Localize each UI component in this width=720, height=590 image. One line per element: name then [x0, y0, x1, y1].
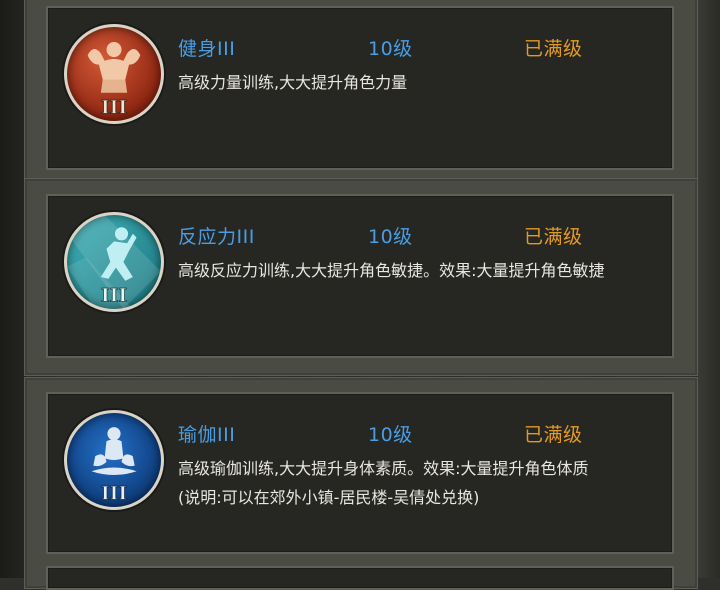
skill-card-fitness[interactable]: III 健身III 10级 已满级 高级力量训练,大大提升角色力量	[46, 6, 674, 170]
skill-name: 反应力III	[178, 226, 255, 248]
skill-status: 已满级	[524, 424, 583, 446]
skill-name: 健身III	[178, 38, 236, 60]
skill-level: 10级	[368, 424, 413, 446]
skill-description: 高级反应力训练,大大提升角色敏捷。效果:大量提升角色敏捷	[178, 261, 605, 280]
left-frame-strip	[0, 0, 26, 578]
skill-card-partial[interactable]	[46, 566, 674, 590]
skill-name: 瑜伽III	[178, 424, 236, 446]
svg-text:III: III	[101, 284, 127, 306]
right-frame-strip	[698, 0, 720, 578]
svg-text:III: III	[101, 482, 127, 504]
skill-description: 高级力量训练,大大提升角色力量	[178, 73, 408, 92]
skill-level: 10级	[368, 38, 413, 60]
skill-description-text: 高级瑜伽训练,大大提升身体素质。效果:大量提升角色体质	[178, 459, 589, 478]
yoga-meditation-icon: III	[64, 410, 164, 510]
skill-card-yoga[interactable]: III 瑜伽III 10级 已满级 高级瑜伽训练,大大提升身体素质。效果:大量提…	[46, 392, 674, 554]
svg-text:III: III	[101, 96, 127, 118]
skill-level: 10级	[368, 226, 413, 248]
reflex-fighter-icon: III	[64, 212, 164, 312]
skill-description: 高级瑜伽训练,大大提升身体素质。效果:大量提升角色体质 (说明:可以在郊外小镇-…	[178, 454, 618, 512]
skill-status: 已满级	[524, 38, 583, 60]
skill-acquire-note: (说明:可以在郊外小镇-居民楼-吴倩处兑换)	[178, 488, 480, 507]
skill-status: 已满级	[524, 226, 583, 248]
bodybuilder-icon: III	[64, 24, 164, 124]
skill-card-reflex[interactable]: III 反应力III 10级 已满级 高级反应力训练,大大提升角色敏捷。效果:大…	[46, 194, 674, 358]
